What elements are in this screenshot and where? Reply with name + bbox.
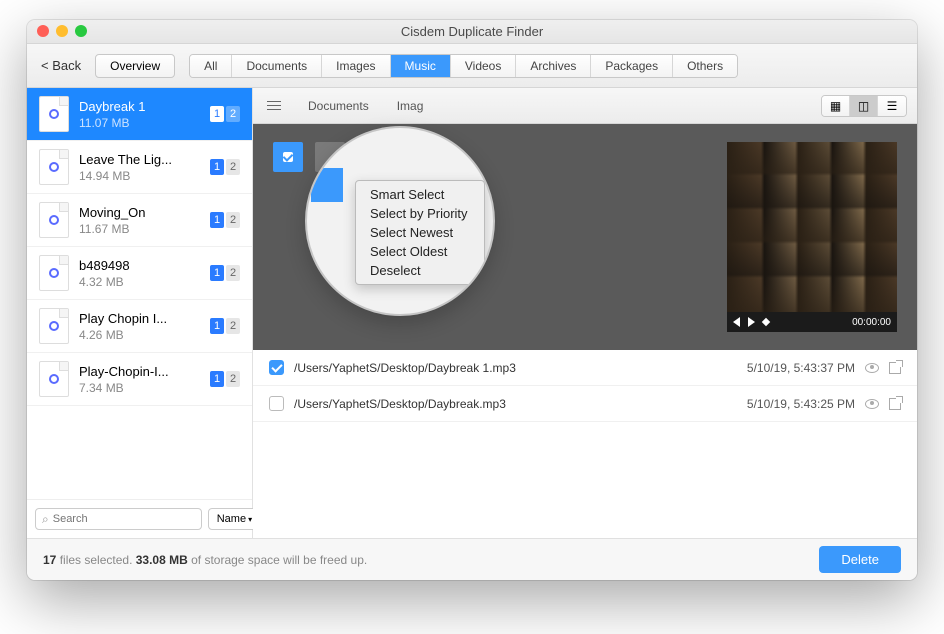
menu-smart-select[interactable]: Smart Select xyxy=(356,185,484,204)
window-title: Cisdem Duplicate Finder xyxy=(401,24,543,39)
file-size: 4.26 MB xyxy=(79,328,210,342)
overview-button[interactable]: Overview xyxy=(95,54,175,78)
row-path: /Users/YaphetS/Desktop/Daybreak.mp3 xyxy=(294,397,737,411)
file-name: b489498 xyxy=(79,258,210,273)
close-window-button[interactable] xyxy=(37,25,49,37)
preview-icon[interactable] xyxy=(865,363,879,373)
row-path: /Users/YaphetS/Desktop/Daybreak 1.mp3 xyxy=(294,361,737,375)
sidebar-item[interactable]: b489498 4.32 MB12 xyxy=(27,247,252,300)
menu-select-newest[interactable]: Select Newest xyxy=(356,223,484,242)
view-list-button[interactable]: ☰ xyxy=(878,96,906,116)
sidebar-item[interactable]: Play-Chopin-I... 7.34 MB12 xyxy=(27,353,252,406)
select-menu-button[interactable] xyxy=(263,97,285,114)
magnifier-overlay: Smart Select Select by Priority Select N… xyxy=(305,126,495,316)
tab-packages[interactable]: Packages xyxy=(591,55,673,77)
badge-count-1: 1 xyxy=(210,212,224,228)
main-toolbar: < Back Overview All Documents Images Mus… xyxy=(27,44,917,88)
badge-count-1: 1 xyxy=(210,371,224,387)
search-box[interactable]: ⌕ xyxy=(35,508,202,530)
album-preview: 00:00:00 xyxy=(727,142,897,332)
maximize-window-button[interactable] xyxy=(75,25,87,37)
reveal-icon[interactable] xyxy=(889,398,901,410)
sidebar-item[interactable]: Leave The Lig... 14.94 MB12 xyxy=(27,141,252,194)
selected-count: 17 xyxy=(43,553,56,567)
file-icon xyxy=(39,149,69,185)
minimize-window-button[interactable] xyxy=(56,25,68,37)
menu-select-by-priority[interactable]: Select by Priority xyxy=(356,204,484,223)
badge-count-2: 2 xyxy=(226,371,240,387)
sidebar-item[interactable]: Play Chopin I... 4.26 MB12 xyxy=(27,300,252,353)
freed-size: 33.08 MB xyxy=(136,553,188,567)
check-icon xyxy=(283,152,293,162)
file-size: 11.07 MB xyxy=(79,116,210,130)
file-size: 4.32 MB xyxy=(79,275,210,289)
back-button[interactable]: < Back xyxy=(41,58,81,73)
tab-images[interactable]: Images xyxy=(322,55,390,77)
badge-count-1: 1 xyxy=(210,265,224,281)
player-prev-button[interactable] xyxy=(733,317,740,327)
thumbnail-selected[interactable] xyxy=(273,142,303,172)
file-size: 11.67 MB xyxy=(79,222,210,236)
location-tab-documents[interactable]: Documents xyxy=(295,94,382,117)
tab-others[interactable]: Others xyxy=(673,55,737,77)
menu-deselect[interactable]: Deselect xyxy=(356,261,484,280)
tab-documents[interactable]: Documents xyxy=(232,55,322,77)
player-play-button[interactable] xyxy=(748,317,755,327)
file-size: 14.94 MB xyxy=(79,169,210,183)
context-menu: Smart Select Select by Priority Select N… xyxy=(355,180,485,285)
category-tabs: All Documents Images Music Videos Archiv… xyxy=(189,54,738,78)
file-icon xyxy=(39,361,69,397)
player-time: 00:00:00 xyxy=(852,317,891,328)
badge-count-2: 2 xyxy=(226,318,240,334)
tab-music[interactable]: Music xyxy=(391,55,451,77)
view-grid-button[interactable]: ▦ xyxy=(822,96,850,116)
file-icon xyxy=(39,96,69,132)
file-icon xyxy=(39,202,69,238)
titlebar: Cisdem Duplicate Finder xyxy=(27,20,917,44)
file-name: Moving_On xyxy=(79,205,210,220)
location-tab-images[interactable]: Imag xyxy=(384,94,437,117)
search-input[interactable] xyxy=(53,513,195,525)
badge-count-2: 2 xyxy=(226,106,240,122)
file-row[interactable]: /Users/YaphetS/Desktop/Daybreak 1.mp3 5/1… xyxy=(253,350,917,386)
badge-count-1: 1 xyxy=(210,318,224,334)
row-date: 5/10/19, 5:43:37 PM xyxy=(747,361,855,375)
file-icon xyxy=(39,308,69,344)
file-name: Daybreak 1 xyxy=(79,99,210,114)
reveal-icon[interactable] xyxy=(889,362,901,374)
sidebar-item[interactable]: Daybreak 1 11.07 MB12 xyxy=(27,88,252,141)
menu-select-oldest[interactable]: Select Oldest xyxy=(356,242,484,261)
view-columns-button[interactable]: ◫ xyxy=(850,96,878,116)
chevron-down-icon: ▾ xyxy=(248,515,252,524)
sort-label: Name xyxy=(217,513,246,525)
sidebar-item[interactable]: Moving_On 11.67 MB12 xyxy=(27,194,252,247)
badge-count-2: 2 xyxy=(226,212,240,228)
delete-button[interactable]: Delete xyxy=(819,546,901,573)
badge-count-1: 1 xyxy=(210,159,224,175)
file-name: Play Chopin I... xyxy=(79,311,210,326)
file-icon xyxy=(39,255,69,291)
row-checkbox[interactable] xyxy=(269,360,284,375)
row-checkbox[interactable] xyxy=(269,396,284,411)
file-size: 7.34 MB xyxy=(79,381,210,395)
file-name: Play-Chopin-I... xyxy=(79,364,210,379)
player-stop-button[interactable] xyxy=(762,318,770,326)
file-name: Leave The Lig... xyxy=(79,152,210,167)
preview-toolbar: Documents Imag ▦ ◫ ☰ xyxy=(253,88,917,124)
badge-count-2: 2 xyxy=(226,265,240,281)
badge-count-2: 2 xyxy=(226,159,240,175)
sidebar: Daybreak 111.07 MB12Leave The Lig...14.9… xyxy=(27,88,253,538)
file-rows: /Users/YaphetS/Desktop/Daybreak 1.mp3 5/1… xyxy=(253,350,917,538)
tab-videos[interactable]: Videos xyxy=(451,55,516,77)
preview-icon[interactable] xyxy=(865,399,879,409)
album-art xyxy=(727,142,897,312)
footer: 17 files selected. 33.08 MB of storage s… xyxy=(27,538,917,580)
file-row[interactable]: /Users/YaphetS/Desktop/Daybreak.mp3 5/10/… xyxy=(253,386,917,422)
tab-archives[interactable]: Archives xyxy=(516,55,591,77)
badge-count-1: 1 xyxy=(210,106,224,122)
tab-all[interactable]: All xyxy=(190,55,232,77)
row-date: 5/10/19, 5:43:25 PM xyxy=(747,397,855,411)
search-icon: ⌕ xyxy=(42,512,49,527)
